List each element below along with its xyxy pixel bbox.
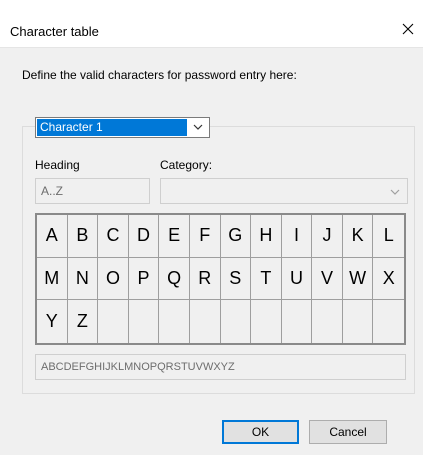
ok-button[interactable]: OK <box>222 420 299 444</box>
character-cell[interactable] <box>282 300 313 343</box>
character-cell[interactable]: C <box>98 215 129 258</box>
character-cell[interactable]: V <box>312 257 343 301</box>
character-cell[interactable]: Q <box>159 257 190 301</box>
character-cell[interactable]: K <box>342 215 374 258</box>
category-label: Category: <box>160 158 213 172</box>
character-cell[interactable]: H <box>251 215 282 258</box>
character-cell[interactable] <box>159 300 190 343</box>
character-cell[interactable] <box>98 300 129 343</box>
character-cell[interactable]: B <box>67 215 99 258</box>
character-cell[interactable]: R <box>189 257 221 301</box>
close-button[interactable] <box>393 16 423 42</box>
character-cell[interactable]: P <box>128 257 160 301</box>
character-grid: ABCDEFGHIJKL MNOPQRSTUVWX YZ <box>35 213 406 345</box>
character-cell[interactable]: G <box>220 215 252 258</box>
character-cell[interactable]: T <box>251 257 282 301</box>
character-cell[interactable]: Z <box>68 300 99 343</box>
character-cell[interactable] <box>343 300 374 343</box>
character-cell[interactable]: D <box>128 215 160 258</box>
character-select[interactable]: Character 1 <box>35 117 210 138</box>
character-cell[interactable]: E <box>159 215 190 258</box>
character-cell[interactable] <box>129 300 160 343</box>
character-cell[interactable]: W <box>342 257 374 301</box>
character-cell[interactable] <box>190 300 221 343</box>
character-select-value: Character 1 <box>37 119 187 136</box>
heading-label: Heading <box>35 158 80 172</box>
character-cell[interactable]: J <box>312 215 343 258</box>
character-cell[interactable]: O <box>98 257 129 301</box>
character-cell[interactable]: L <box>373 215 404 258</box>
heading-field: A..Z <box>35 178 150 204</box>
title-bar: Character table <box>0 0 423 48</box>
cancel-button[interactable]: Cancel <box>309 420 387 444</box>
character-cell[interactable] <box>312 300 343 343</box>
character-cell[interactable]: S <box>220 257 252 301</box>
chevron-down-icon <box>193 124 203 130</box>
character-summary-field: ABCDEFGHIJKLMNOPQRSTUVWXYZ <box>35 354 406 380</box>
character-cell[interactable] <box>373 300 404 343</box>
character-cell[interactable]: I <box>281 215 313 258</box>
character-cell[interactable]: F <box>189 215 221 258</box>
character-cell[interactable]: M <box>37 257 68 301</box>
category-select <box>160 178 408 204</box>
chevron-down-icon <box>390 189 400 195</box>
character-cell[interactable] <box>221 300 252 343</box>
dialog-title: Character table <box>10 24 99 39</box>
instruction-text: Define the valid characters for password… <box>22 68 297 82</box>
character-cell[interactable]: Y <box>37 300 68 343</box>
character-cell[interactable]: N <box>67 257 99 301</box>
character-cell[interactable] <box>251 300 282 343</box>
character-cell[interactable]: A <box>37 215 68 258</box>
character-cell[interactable]: U <box>281 257 313 301</box>
character-cell[interactable]: X <box>373 258 404 301</box>
close-icon <box>402 23 414 35</box>
